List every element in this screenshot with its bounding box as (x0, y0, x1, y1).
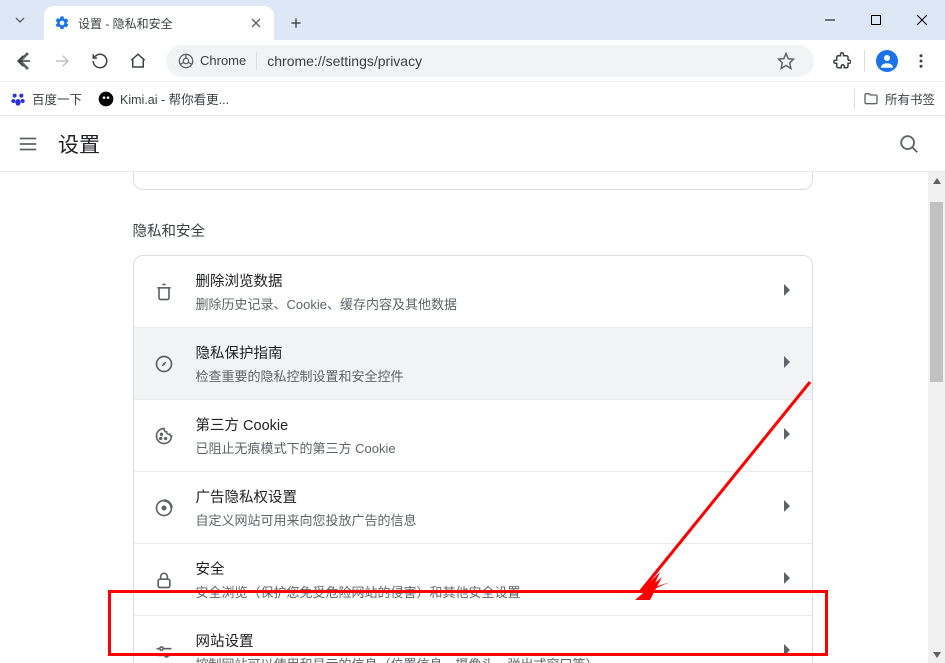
reload-button[interactable] (84, 45, 116, 77)
row-privacy-guide[interactable]: 隐私保护指南 检查重要的隐私控制设置和安全控件 (134, 327, 812, 399)
chevron-right-icon (784, 643, 792, 661)
kimi-icon (98, 91, 114, 107)
scroll-up-button[interactable] (928, 172, 945, 189)
row-site-settings[interactable]: 网站设置 控制网站可以使用和显示的信息（位置信息、摄像头、弹出式窗口等） (134, 615, 812, 663)
target-icon (154, 498, 174, 518)
chevron-right-icon (784, 283, 792, 301)
row-desc: 检查重要的隐私控制设置和安全控件 (196, 366, 762, 385)
new-tab-button[interactable] (282, 9, 310, 37)
omnibox-separator (256, 52, 257, 70)
extensions-button[interactable] (826, 45, 858, 77)
folder-icon (863, 91, 879, 107)
row-title: 网站设置 (196, 630, 762, 651)
bookmark-kimi-label: Kimi.ai - 帮你看更... (120, 89, 229, 108)
chevron-right-icon (784, 571, 792, 589)
browser-titlebar: 设置 - 隐私和安全 (0, 0, 945, 40)
scroll-thumb[interactable] (930, 202, 943, 382)
row-title: 隐私保护指南 (196, 342, 762, 363)
row-security[interactable]: 安全 安全浏览（保护您免受危险网站的侵害）和其他安全设置 (134, 543, 812, 615)
menu-toggle-button[interactable] (16, 132, 40, 156)
scrollbar[interactable] (928, 172, 945, 663)
row-third-party-cookies[interactable]: 第三方 Cookie 已阻止无痕模式下的第三方 Cookie (134, 399, 812, 471)
scroll-down-button[interactable] (928, 646, 945, 663)
chevron-right-icon (784, 355, 792, 373)
content-area: 隐私和安全 删除浏览数据 删除历史记录、Cookie、缓存内容及其他数据 隐私保… (0, 172, 945, 663)
lock-icon (154, 570, 174, 590)
address-bar[interactable]: Chrome chrome://settings/privacy (166, 45, 814, 77)
url-text: chrome://settings/privacy (267, 53, 760, 69)
menu-button[interactable] (905, 45, 937, 77)
row-desc: 安全浏览（保护您免受危险网站的侵害）和其他安全设置 (196, 582, 762, 601)
window-controls (807, 0, 945, 40)
bookmark-star-button[interactable] (770, 45, 802, 77)
chrome-chip-label: Chrome (200, 53, 246, 68)
close-window-button[interactable] (899, 0, 945, 40)
sliders-icon (154, 642, 174, 662)
tab-close-button[interactable] (248, 15, 264, 31)
search-button[interactable] (889, 124, 929, 164)
profile-button[interactable] (871, 45, 903, 77)
settings-favicon (54, 15, 70, 31)
row-desc: 删除历史记录、Cookie、缓存内容及其他数据 (196, 294, 762, 313)
trash-icon (154, 282, 174, 302)
row-title: 删除浏览数据 (196, 270, 762, 291)
row-desc: 已阻止无痕模式下的第三方 Cookie (196, 438, 762, 457)
row-ad-privacy[interactable]: 广告隐私权设置 自定义网站可用来向您投放广告的信息 (134, 471, 812, 543)
tab-title: 设置 - 隐私和安全 (78, 15, 240, 32)
home-button[interactable] (122, 45, 154, 77)
all-bookmarks-button[interactable]: 所有书签 (863, 89, 935, 108)
bookmark-kimi[interactable]: Kimi.ai - 帮你看更... (98, 89, 229, 108)
cookie-icon (154, 426, 174, 446)
baidu-icon (10, 91, 26, 107)
chrome-chip: Chrome (178, 53, 246, 69)
chevron-right-icon (784, 499, 792, 517)
row-title: 广告隐私权设置 (196, 486, 762, 507)
forward-button[interactable] (46, 45, 78, 77)
section-label: 隐私和安全 (133, 220, 813, 241)
maximize-button[interactable] (853, 0, 899, 40)
tab-search-button[interactable] (0, 0, 40, 40)
settings-header: 设置 (0, 116, 945, 172)
browser-tab[interactable]: 设置 - 隐私和安全 (44, 6, 274, 40)
bookmarks-divider (854, 89, 855, 109)
bookmark-baidu[interactable]: 百度一下 (10, 89, 82, 108)
row-title: 安全 (196, 558, 762, 579)
back-button[interactable] (8, 45, 40, 77)
chevron-right-icon (784, 427, 792, 445)
bookmark-baidu-label: 百度一下 (32, 89, 82, 108)
page-title: 设置 (58, 129, 100, 159)
row-title: 第三方 Cookie (196, 414, 762, 435)
avatar-icon (876, 50, 898, 72)
bookmarks-bar: 百度一下 Kimi.ai - 帮你看更... 所有书签 (0, 82, 945, 116)
row-desc: 自定义网站可用来向您投放广告的信息 (196, 510, 762, 529)
row-clear-browsing-data[interactable]: 删除浏览数据 删除历史记录、Cookie、缓存内容及其他数据 (134, 256, 812, 327)
browser-toolbar: Chrome chrome://settings/privacy (0, 40, 945, 82)
privacy-card: 删除浏览数据 删除历史记录、Cookie、缓存内容及其他数据 隐私保护指南 检查… (133, 255, 813, 663)
row-desc: 控制网站可以使用和显示的信息（位置信息、摄像头、弹出式窗口等） (196, 654, 762, 663)
clipped-card (133, 172, 813, 190)
all-bookmarks-label: 所有书签 (885, 89, 935, 108)
compass-icon (154, 354, 174, 374)
toolbar-separator (864, 50, 865, 72)
minimize-button[interactable] (807, 0, 853, 40)
